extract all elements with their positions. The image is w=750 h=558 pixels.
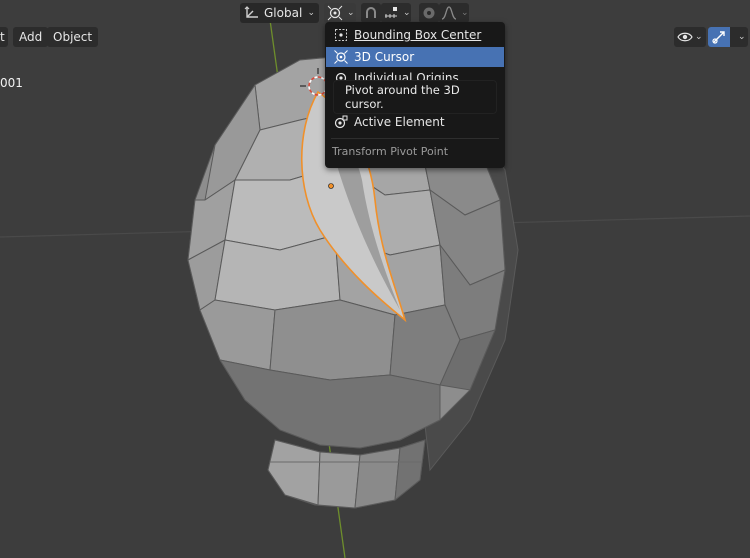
bounding-box-center-icon: [330, 25, 352, 45]
menu-object[interactable]: Object: [47, 27, 99, 47]
menu-add-label: Add: [19, 30, 43, 44]
menu-item-active-element[interactable]: Active Element: [326, 112, 504, 132]
object-name-overlay: 001: [0, 76, 23, 90]
orientation-dropdown[interactable]: Global ⌄: [240, 3, 319, 23]
orientation-label: Global: [264, 6, 303, 20]
snap-target-dropdown[interactable]: ⌄: [381, 3, 411, 23]
menu-object-label: Object: [53, 30, 93, 44]
menu-item-label: Active Element: [354, 115, 445, 129]
menu-item-3d-cursor[interactable]: 3D Cursor: [326, 47, 504, 67]
gizmo-dropdown[interactable]: ⌄: [708, 27, 748, 47]
snap-increment-icon: [383, 5, 399, 21]
eye-icon: [677, 30, 693, 44]
orientation-icon: [244, 6, 260, 20]
tooltip-text: Pivot around the 3D cursor.: [345, 83, 460, 111]
menu-item-label: 3D Cursor: [354, 50, 415, 64]
chevron-down-icon: ⌄: [403, 8, 411, 18]
proportional-editing-toggle[interactable]: [419, 3, 439, 23]
falloff-curve-icon: [441, 5, 457, 21]
3d-cursor-icon: [330, 47, 352, 67]
menu-add[interactable]: Add: [13, 27, 49, 47]
chevron-down-icon: ⌄: [695, 32, 703, 42]
tooltip: Pivot around the 3D cursor.: [333, 80, 497, 114]
proportional-edit-icon: [421, 5, 437, 21]
chevron-down-icon: ⌄: [738, 32, 746, 42]
gizmo-icon: [708, 27, 730, 47]
magnet-icon: [363, 5, 379, 21]
menu-title: Transform Pivot Point: [332, 145, 449, 158]
proportional-falloff-dropdown[interactable]: ⌄: [439, 3, 469, 23]
active-element-icon: [330, 112, 352, 132]
visibility-dropdown[interactable]: ⌄: [674, 27, 706, 47]
chevron-down-icon: ⌄: [461, 8, 469, 18]
pivot-3d-cursor-icon: [327, 5, 343, 21]
menu-view-label: t: [0, 30, 5, 44]
menu-separator: [331, 138, 499, 139]
chevron-down-icon: ⌄: [307, 8, 315, 18]
menu-item-label: Bounding Box Center: [354, 28, 482, 42]
menu-item-bounding-box-center[interactable]: Bounding Box Center: [326, 25, 504, 45]
chevron-down-icon: ⌄: [347, 8, 355, 18]
snap-toggle[interactable]: [361, 3, 381, 23]
menu-view[interactable]: t: [0, 27, 8, 47]
pivot-point-dropdown[interactable]: ⌄: [324, 3, 356, 23]
